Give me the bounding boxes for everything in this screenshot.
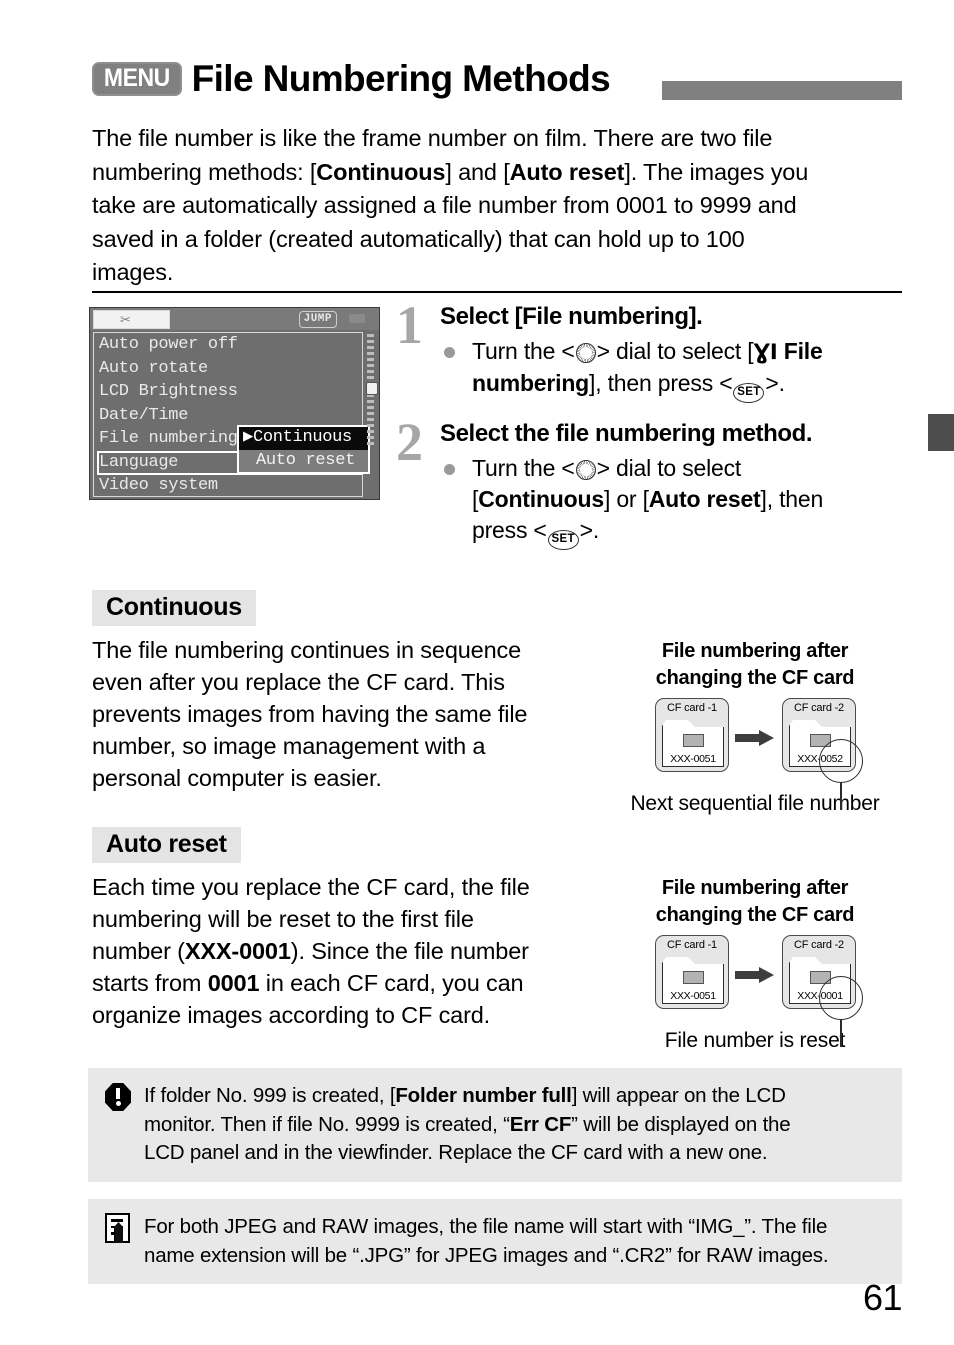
cf-card-label: CF card -2 — [794, 702, 844, 714]
warning-note: If folder No. 999 is created, [Folder nu… — [88, 1068, 902, 1182]
lcd-menu-item: Auto power off — [99, 335, 238, 354]
menu-badge-icon: MENU — [92, 61, 182, 96]
lcd-setup-tab: ✂ — [93, 310, 170, 329]
header-accent-bar — [662, 81, 902, 100]
lcd-camera-icon — [349, 314, 365, 323]
folder-icon: XXX-0051 — [662, 720, 724, 767]
diagram-cards: CF card -1 XXX-0051 CF card -2 XXX-0052 — [600, 698, 910, 810]
note-icon — [102, 1212, 134, 1244]
instruction-steps: 1 Select [File numbering]. Turn the < > d… — [396, 298, 908, 558]
file-number: XXX-0051 — [670, 753, 716, 765]
diagram-caption: File number is reset — [664, 1029, 846, 1052]
intro-line-1: The file number is like the frame number… — [92, 125, 773, 151]
section-heading-auto-reset: Auto reset — [92, 827, 241, 863]
arrow-right-icon — [735, 730, 775, 746]
intro-paragraph: The file number is like the frame number… — [92, 122, 892, 290]
dial-icon — [575, 343, 596, 363]
camera-lcd-screenshot: ✂ JUMP Auto power off Auto rotate LCD Br… — [89, 307, 380, 500]
cf-card-1: CF card -1 XXX-0051 — [655, 935, 729, 1009]
step-title: Select the file numbering method. — [440, 420, 813, 447]
cf-card-label: CF card -2 — [794, 939, 844, 951]
step-number: 2 — [396, 412, 423, 472]
leader-line — [840, 782, 842, 810]
page-header: MENU File Numbering Methods — [92, 60, 904, 110]
step-body: Turn the < > dial to select [Continuous] … — [440, 453, 908, 550]
lcd-menu-item: Date/Time — [99, 405, 189, 425]
highlight-circle — [819, 739, 863, 783]
setup-wrench-icon: ƔΙ — [753, 340, 778, 364]
image-chip-icon — [683, 734, 704, 747]
cf-card-label: CF card -1 — [667, 939, 717, 951]
image-chip-icon — [683, 971, 704, 984]
folder-icon: XXX-0051 — [662, 957, 724, 1004]
lcd-option-popup: ▶Continuous Auto reset — [237, 425, 370, 474]
intro-line-3: take are automatically assigned a file n… — [92, 192, 797, 218]
page-edge-tab-marker — [928, 414, 954, 451]
lcd-menu-item: Auto rotate — [99, 358, 208, 378]
section-body-continuous: The file numbering continues in sequence… — [92, 637, 528, 791]
intro-line-5: images. — [92, 259, 174, 285]
lcd-menu-item: Video system — [99, 476, 218, 495]
step-2: 2 Select the file numbering method. Turn… — [396, 415, 908, 550]
arrow-right-icon — [735, 967, 775, 983]
lcd-scrollbar-thumb — [366, 382, 378, 395]
step-title: Select [File numbering]. — [440, 303, 703, 330]
page-number: 61 — [862, 1277, 903, 1318]
warning-icon — [102, 1081, 134, 1113]
dial-icon — [575, 460, 596, 480]
step-1: 1 Select [File numbering]. Turn the < > d… — [396, 298, 908, 403]
lcd-menu-item: LCD Brightness — [99, 382, 238, 401]
section-body-auto-reset: Each time you replace the CF card, the f… — [92, 874, 530, 1028]
section-divider — [92, 291, 902, 293]
diagram-title: File numbering after changing the CF car… — [655, 640, 855, 689]
cf-card-label: CF card -1 — [667, 702, 717, 714]
diagram-continuous: File numbering after changing the CF car… — [600, 638, 910, 816]
set-button-icon: SET — [547, 530, 579, 550]
lcd-option-continuous: ▶Continuous — [239, 427, 368, 450]
lcd-scrollbar — [366, 334, 376, 495]
diagram-caption: Next sequential file number — [630, 792, 880, 815]
leader-line — [840, 1019, 842, 1047]
diagram-title: File numbering after changing the CF car… — [655, 877, 855, 926]
lcd-jump-button: JUMP — [298, 311, 337, 328]
file-number: XXX-0051 — [670, 990, 716, 1002]
lcd-option-auto-reset: Auto reset — [239, 449, 368, 472]
bullet-icon — [444, 464, 455, 475]
highlight-circle — [819, 976, 863, 1020]
set-button-icon: SET — [733, 383, 765, 403]
info-note: For both JPEG and RAW images, the file n… — [88, 1199, 902, 1284]
step-number: 1 — [396, 295, 423, 355]
intro-line-2: numbering methods: [Continuous] and [Aut… — [92, 158, 809, 185]
step-body: Turn the < > dial to select [ƔΙ File numb… — [440, 336, 908, 403]
cf-card-1: CF card -1 XXX-0051 — [655, 698, 729, 772]
diagram-cards: CF card -1 XXX-0051 CF card -2 XXX-0001 — [600, 935, 910, 1047]
section-heading-continuous: Continuous — [92, 590, 256, 626]
page-title: File Numbering Methods — [191, 58, 611, 99]
manual-page: MENU File Numbering Methods The file numb… — [0, 0, 954, 1345]
wrench-icon: ✂ — [120, 313, 131, 328]
diagram-auto-reset: File numbering after changing the CF car… — [600, 875, 910, 1053]
intro-line-4: saved in a folder (created automatically… — [92, 225, 745, 252]
bullet-icon — [444, 347, 455, 358]
